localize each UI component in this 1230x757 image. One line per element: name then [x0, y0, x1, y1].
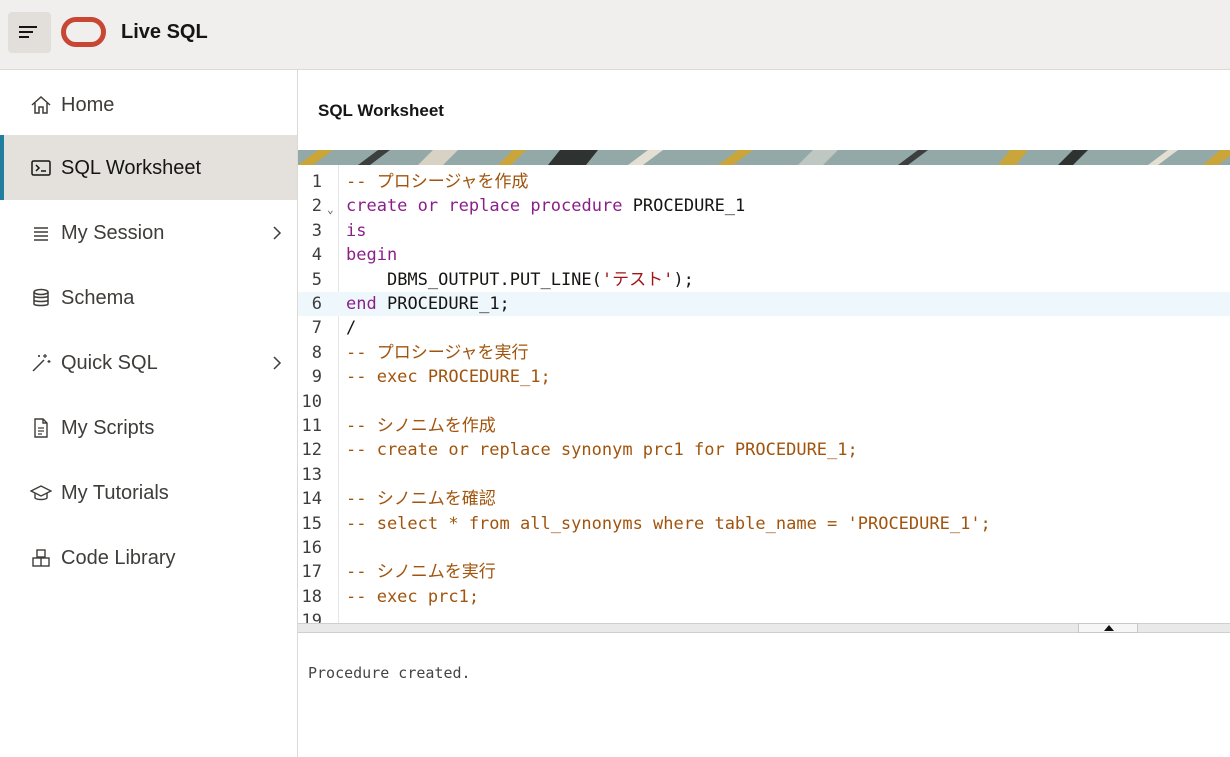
code-text: -- シノニムを作成 — [346, 416, 496, 436]
decorative-banner — [298, 150, 1230, 165]
document-icon — [34, 418, 48, 438]
hamburger-menu-button[interactable] — [8, 12, 51, 53]
magic-wand-icon — [32, 354, 51, 372]
triangle-up-icon — [1104, 625, 1114, 631]
code-text: -- create or replace synonym prc1 for PR… — [346, 440, 858, 461]
code-line[interactable]: 19 — [298, 609, 1230, 623]
code-line[interactable]: 3 is — [298, 219, 1230, 243]
terminal-icon — [31, 160, 51, 176]
line-number: 7 — [311, 318, 322, 339]
line-number: 5 — [311, 269, 322, 290]
line-number: 14 — [301, 489, 322, 510]
code-line[interactable]: 18 -- exec prc1; — [298, 585, 1230, 609]
sidebar-item-label: Home — [61, 94, 115, 116]
sidebar-item-label: My Tutorials — [61, 482, 169, 504]
code-text: is — [346, 220, 367, 241]
code-text: begin — [346, 245, 398, 266]
home-icon — [31, 95, 51, 114]
database-icon — [33, 288, 49, 307]
code-line[interactable]: 12 -- create or replace synonym prc1 for … — [298, 438, 1230, 462]
line-number: 15 — [301, 513, 322, 534]
code-line[interactable]: 15 -- select * from all_synonyms where ta… — [298, 512, 1230, 536]
collapse-output-button[interactable] — [1078, 623, 1138, 633]
code-line[interactable]: 9 -- exec PROCEDURE_1; — [298, 365, 1230, 389]
output-message: Procedure created. — [308, 664, 471, 682]
sql-code-editor[interactable]: 1 -- プロシージャを作成 2 ⌄ create or replace procedu… — [298, 165, 1230, 623]
code-line[interactable]: 1 -- プロシージャを作成 — [298, 170, 1230, 194]
code-line[interactable]: 17 -- シノニムを実行 — [298, 560, 1230, 584]
line-number: 4 — [311, 245, 322, 266]
hamburger-menu-icon — [19, 26, 37, 38]
line-number: 10 — [301, 391, 322, 412]
chevron-right-icon — [273, 226, 282, 240]
line-number: 13 — [301, 464, 322, 485]
sidebar-item-my-tutorials[interactable]: My Tutorials — [0, 460, 297, 525]
oracle-logo-icon[interactable] — [61, 17, 106, 47]
code-line[interactable]: 14 -- シノニムを確認 — [298, 487, 1230, 511]
sidebar-item-my-session[interactable]: My Session — [0, 200, 297, 265]
pane-splitter[interactable] — [298, 623, 1230, 633]
line-number: 9 — [311, 367, 322, 388]
code-text: / — [346, 318, 357, 339]
sidebar-item-quick-sql[interactable]: Quick SQL — [0, 330, 297, 395]
sidebar-nav: Home SQL Worksheet My Session Schema Qui… — [0, 70, 298, 757]
code-text: create or replace procedure PROCEDURE_1 — [346, 196, 746, 217]
code-line[interactable]: 16 — [298, 536, 1230, 560]
line-number: 12 — [301, 440, 322, 461]
page-title: SQL Worksheet — [318, 101, 444, 120]
code-line[interactable]: 7/ — [298, 316, 1230, 340]
line-number: 3 — [311, 220, 322, 241]
code-line[interactable]: 2 ⌄ create or replace procedure PROCEDURE_… — [298, 194, 1230, 218]
sidebar-item-home[interactable]: Home — [0, 72, 297, 137]
sidebar-item-my-scripts[interactable]: My Scripts — [0, 395, 297, 460]
app-header: Live SQL — [0, 0, 1230, 70]
code-text: end PROCEDURE_1; — [346, 294, 510, 314]
line-number: 17 — [301, 562, 322, 583]
line-number: 19 — [301, 611, 322, 623]
sidebar-item-label: Code Library — [61, 547, 176, 569]
code-text: -- シノニムを実行 — [346, 562, 496, 583]
chevron-right-icon — [273, 356, 282, 370]
code-text: -- プロシージャを作成 — [346, 172, 529, 192]
code-text: -- プロシージャを実行 — [346, 342, 529, 363]
library-icon — [32, 549, 50, 567]
sidebar-item-code-library[interactable]: Code Library — [0, 525, 297, 590]
code-text: -- exec PROCEDURE_1; — [346, 367, 551, 388]
code-line[interactable]: 5 DBMS_OUTPUT.PUT_LINE('テスト'); — [298, 268, 1230, 292]
main-content: SQL Worksheet 1 -- プロシージャを作成 2 ⌄ create or r… — [298, 70, 1230, 757]
graduation-cap-icon — [30, 485, 52, 501]
code-line[interactable]: 11 -- シノニムを作成 — [298, 414, 1230, 438]
sidebar-item-label: Schema — [61, 287, 135, 309]
code-line[interactable]: 10 — [298, 390, 1230, 414]
line-number: 8 — [311, 342, 322, 363]
code-text: -- select * from all_synonyms where tabl… — [346, 513, 991, 534]
code-line[interactable]: 8 -- プロシージャを実行 — [298, 341, 1230, 365]
line-number: 1 — [311, 172, 322, 192]
sidebar-item-label: Quick SQL — [61, 352, 158, 374]
sidebar-item-schema[interactable]: Schema — [0, 265, 297, 330]
code-text: -- exec prc1; — [346, 586, 480, 607]
line-number: 18 — [301, 586, 322, 607]
sidebar-item-label: My Scripts — [61, 417, 155, 439]
script-output-panel: Procedure created. — [298, 633, 1230, 757]
code-line[interactable]: 6 end PROCEDURE_1; — [298, 292, 1230, 317]
code-text: -- シノニムを確認 — [346, 489, 496, 510]
code-line[interactable]: 13 — [298, 463, 1230, 487]
list-icon — [34, 227, 48, 241]
line-number: 11 — [301, 416, 322, 436]
code-text: DBMS_OUTPUT.PUT_LINE('テスト'); — [386, 269, 694, 290]
line-number: 2 — [311, 196, 322, 217]
app-title: Live SQL — [121, 21, 208, 43]
sidebar-item-sql-worksheet[interactable]: SQL Worksheet — [0, 135, 297, 200]
sidebar-item-label: SQL Worksheet — [61, 157, 202, 179]
line-number: 16 — [301, 538, 322, 558]
code-line[interactable]: 4 begin — [298, 243, 1230, 267]
sidebar-item-label: My Session — [61, 222, 165, 244]
line-number: 6 — [311, 294, 322, 314]
